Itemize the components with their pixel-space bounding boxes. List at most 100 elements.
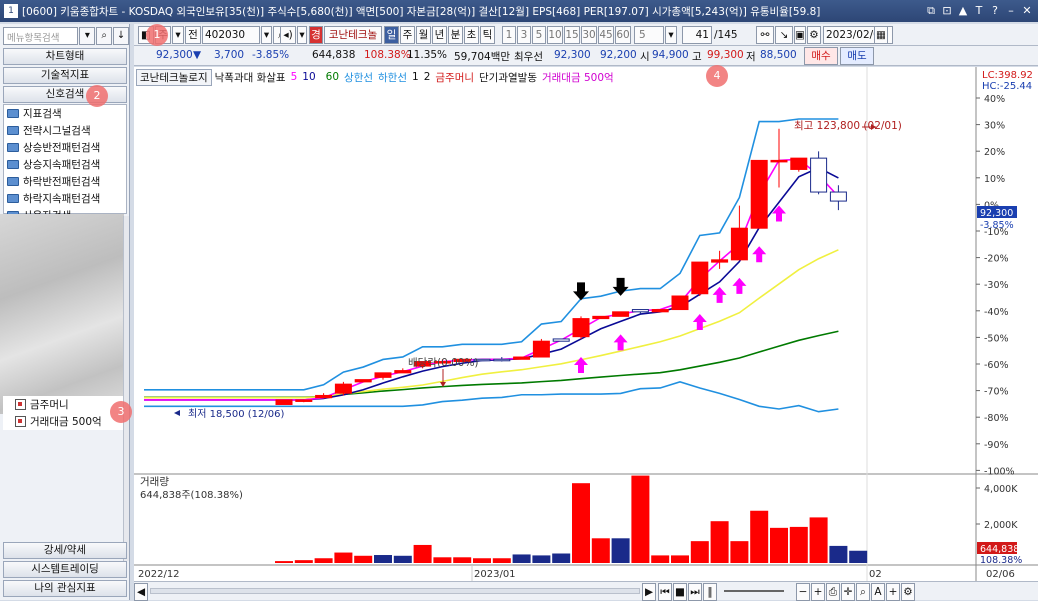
tree-item[interactable]: 전략시그널검색	[4, 122, 126, 139]
legend-amount[interactable]: 거래대금 500억	[542, 70, 614, 85]
candle-body	[532, 340, 550, 358]
interval-45[interactable]: 45	[598, 26, 614, 44]
candle-body	[513, 356, 531, 360]
legend-upper[interactable]: 상한선	[344, 70, 373, 85]
count-input[interactable]: 41	[682, 26, 712, 44]
dropdown-icon[interactable]: ▾	[261, 26, 272, 44]
tree-item[interactable]: 금주머니	[3, 396, 123, 413]
menu-search-input[interactable]: 메뉴항목검색	[3, 27, 79, 45]
candle-body	[552, 338, 570, 342]
trend-icon[interactable]: ↘	[775, 26, 793, 44]
interval-select[interactable]: 5	[634, 26, 664, 44]
system-trading-button[interactable]: 시스템트레이딩	[3, 561, 127, 578]
text-icon[interactable]: A	[871, 583, 885, 601]
crosshair-icon[interactable]: ✛	[841, 583, 855, 601]
calendar-icon[interactable]: ▦	[874, 26, 888, 44]
volume-bar	[690, 541, 709, 563]
pause-icon[interactable]: ‖	[703, 583, 717, 601]
tree-item[interactable]: 상승반전패턴검색	[4, 139, 126, 156]
link-icon[interactable]: ⊡	[940, 3, 954, 18]
scroll-left-icon[interactable]: ◀	[134, 583, 148, 601]
period-second[interactable]: 초	[464, 26, 479, 44]
search-icon[interactable]: ⌕	[856, 583, 870, 601]
add-icon[interactable]: +	[886, 583, 900, 601]
period-minute[interactable]: 분	[448, 26, 463, 44]
period-week[interactable]: 주	[400, 26, 415, 44]
down-arrow-icon: ▼	[193, 49, 202, 61]
period-month[interactable]: 월	[416, 26, 431, 44]
open-label: 시	[640, 51, 650, 63]
tree-item[interactable]: 하락지속패턴검색	[4, 190, 126, 207]
volume-bar	[492, 558, 511, 563]
tree-item[interactable]: 상승지속패턴검색	[4, 156, 126, 173]
interval-15[interactable]: 15	[564, 26, 580, 44]
buy-button[interactable]: 매수	[804, 47, 838, 65]
period-day[interactable]: 일	[384, 26, 399, 44]
legend-lower[interactable]: 하한선	[378, 70, 407, 85]
stock-name[interactable]: 코난테크놀	[324, 26, 382, 44]
candle-body	[493, 358, 511, 362]
legend-p2[interactable]: 2	[424, 71, 431, 83]
dropdown-icon[interactable]: ▾	[665, 26, 677, 44]
interval-1[interactable]: 1	[502, 26, 516, 44]
legend-ma5[interactable]: 5	[291, 71, 298, 83]
minimize-icon[interactable]: –	[1004, 3, 1018, 18]
down-arrow-icon[interactable]: ↓	[113, 27, 129, 45]
interval-60[interactable]: 60	[615, 26, 631, 44]
strength-button[interactable]: 강세/약세	[3, 542, 127, 559]
jeon-button[interactable]: 전	[185, 26, 201, 44]
speaker-icon[interactable]: ◂)	[280, 26, 296, 44]
link-icon[interactable]: ⚯	[756, 26, 774, 44]
dropdown-icon[interactable]: ▾	[79, 27, 96, 45]
stock-code-input[interactable]: 402030	[202, 26, 260, 44]
dropdown-icon[interactable]: ▾	[297, 26, 307, 44]
last-icon[interactable]: ⏭	[688, 583, 702, 601]
tree-item[interactable]: 하락반전패턴검색	[4, 173, 126, 190]
close-icon[interactable]: ✕	[1020, 3, 1034, 18]
interval-10[interactable]: 10	[547, 26, 563, 44]
stop-icon[interactable]: ■	[673, 583, 687, 601]
volume-bar	[651, 555, 670, 563]
gear-icon[interactable]: ⚙	[807, 26, 821, 44]
volume-value: 644,838주(108.38%)	[140, 490, 243, 501]
signal-search-button[interactable]: 신호검색	[3, 86, 127, 103]
my-indicator-button[interactable]: 나의 관심지표	[3, 580, 127, 597]
legend-p1[interactable]: 1	[412, 71, 419, 83]
first-icon[interactable]: ⏮	[658, 583, 672, 601]
text-icon[interactable]: T	[972, 3, 986, 18]
legend-stock-name[interactable]: 코난테크놀로지	[136, 68, 212, 86]
save-icon[interactable]: ▣	[794, 26, 806, 44]
interval-3[interactable]: 3	[517, 26, 531, 44]
volume-bar	[770, 527, 788, 563]
zoom-out-icon[interactable]: −	[796, 583, 810, 601]
horizontal-scrollbar[interactable]	[150, 588, 640, 594]
chart-type-button[interactable]: 차트형태	[3, 48, 127, 65]
period-tick[interactable]: 틱	[480, 26, 495, 44]
settings-icon[interactable]: ⚙	[901, 583, 915, 601]
legend-ma60[interactable]: 60	[326, 71, 339, 83]
tree-item[interactable]: 지표검색	[4, 105, 126, 122]
bid-price: 92,200	[600, 49, 637, 61]
zoom-slider[interactable]	[724, 590, 784, 592]
legend-gold[interactable]: 금주머니	[435, 70, 474, 85]
search-icon[interactable]: ⌕	[96, 27, 113, 45]
dropdown-icon[interactable]: ▾	[172, 26, 184, 44]
legend-indicator[interactable]: 낙폭과대 화살표	[215, 70, 286, 85]
technical-indicator-button[interactable]: 기술적지표	[3, 67, 127, 84]
period-year[interactable]: 년	[432, 26, 447, 44]
legend-ma10[interactable]: 10	[302, 71, 315, 83]
tree-item[interactable]: 거래대금 500억	[3, 413, 123, 430]
interval-5[interactable]: 5	[532, 26, 546, 44]
chart-area[interactable]: LC:398.92 HC:-25.44 40% 30% 20% 10% 0% -10% -20%…	[134, 67, 1038, 600]
restore-icon[interactable]: ⧉	[924, 3, 938, 18]
legend-short[interactable]: 단기과열발동	[479, 70, 537, 85]
candle-body	[671, 295, 689, 311]
zoom-in-icon[interactable]: +	[811, 583, 825, 601]
print-icon[interactable]: ⎙	[826, 583, 840, 601]
scroll-right-icon[interactable]: ▶	[642, 583, 656, 601]
left-scrollbar[interactable]	[123, 216, 129, 561]
help-icon[interactable]: ?	[988, 3, 1002, 18]
sell-button[interactable]: 매도	[840, 47, 874, 65]
interval-30[interactable]: 30	[581, 26, 597, 44]
triangle-icon[interactable]: ▲	[956, 3, 970, 18]
